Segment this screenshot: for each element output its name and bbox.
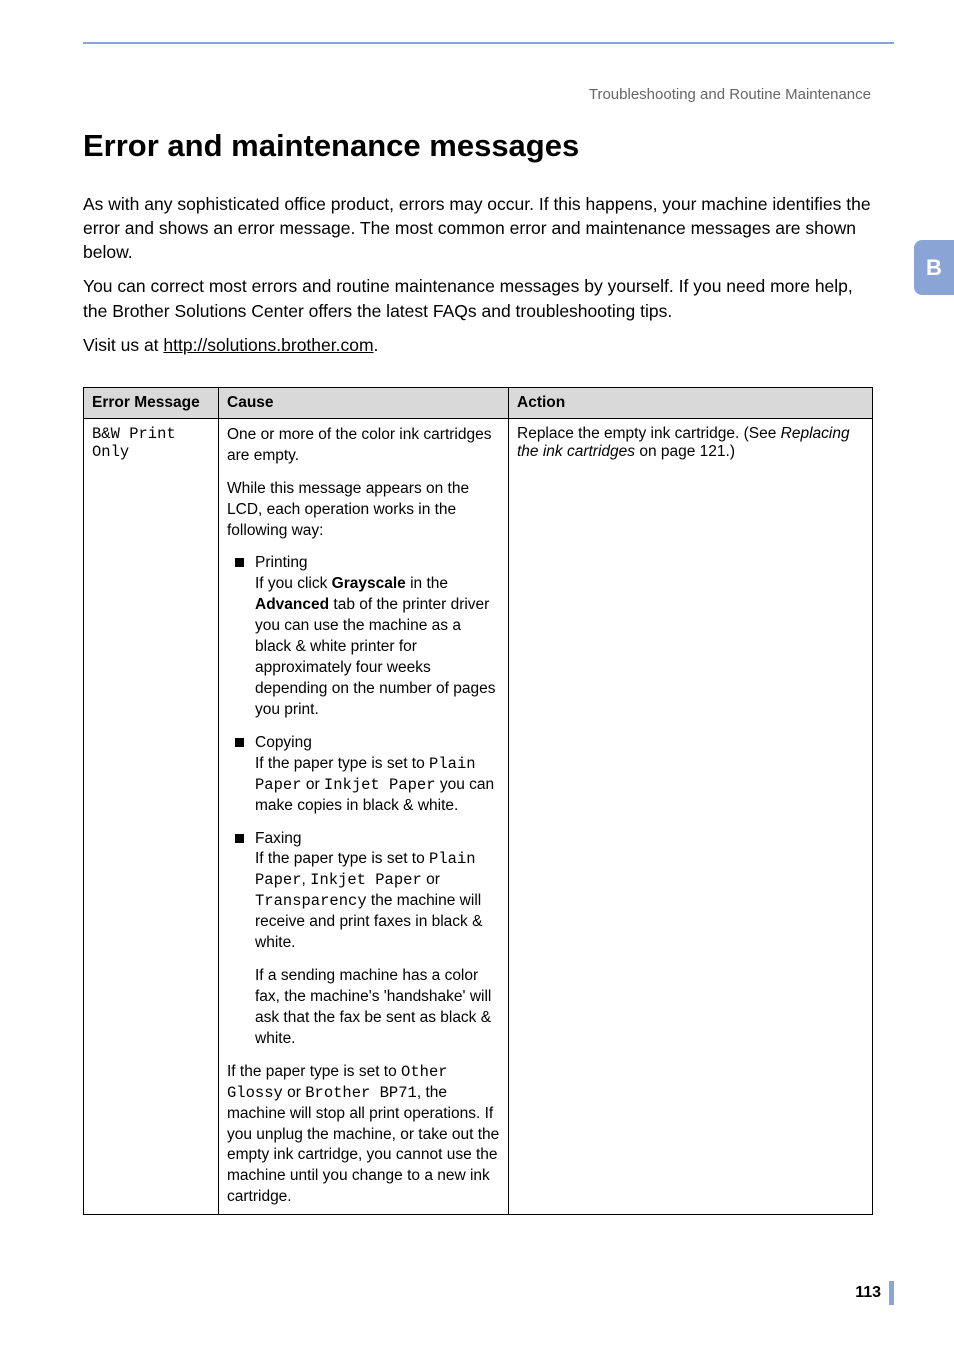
- th-action: Action: [509, 387, 873, 418]
- cell-cause: One or more of the color ink cartridges …: [219, 418, 509, 1214]
- intro-para-1: As with any sophisticated office product…: [83, 192, 873, 264]
- square-bullet-icon: [235, 738, 244, 747]
- list-item-copying: Copying If the paper type is set to Plai…: [227, 733, 500, 817]
- cause-p2: While this message appears on the LCD, e…: [227, 479, 500, 542]
- li-head-copying: Copying: [255, 733, 500, 754]
- bold-advanced: Advanced: [255, 596, 329, 613]
- page-content: Error and maintenance messages As with a…: [83, 128, 873, 1215]
- text: or: [302, 776, 324, 793]
- text: on page 121.): [635, 443, 735, 460]
- bold-grayscale: Grayscale: [332, 575, 406, 592]
- breadcrumb: Troubleshooting and Routine Maintenance: [589, 86, 871, 103]
- intro-text: As with any sophisticated office product…: [83, 192, 873, 357]
- top-rule: [83, 42, 894, 44]
- text: tab of the printer driver you can use th…: [255, 596, 495, 718]
- intro-p3-suffix: .: [374, 335, 379, 355]
- li-head-faxing: Faxing: [255, 829, 500, 850]
- cell-action: Replace the empty ink cartridge. (See Re…: [509, 418, 873, 1214]
- page-heading: Error and maintenance messages: [83, 128, 873, 164]
- footer-bar-icon: [889, 1281, 894, 1305]
- list-item-faxing: Faxing If the paper type is set to Plain…: [227, 829, 500, 955]
- mono-transparency: Transparency: [255, 892, 367, 910]
- text: If you click: [255, 575, 332, 592]
- page-number: 113: [855, 1284, 881, 1302]
- solutions-link[interactable]: http://solutions.brother.com: [163, 335, 373, 355]
- intro-p3-prefix: Visit us at: [83, 335, 163, 355]
- th-cause: Cause: [219, 387, 509, 418]
- text: If the paper type is set to: [255, 755, 429, 772]
- cause-p1: One or more of the color ink cartridges …: [227, 425, 500, 467]
- table-row: B&W Print Only One or more of the color …: [84, 418, 873, 1214]
- section-tab: B: [914, 240, 954, 295]
- text: in the: [406, 575, 448, 592]
- table-header-row: Error Message Cause Action: [84, 387, 873, 418]
- text: If the paper type is set to: [227, 1063, 401, 1080]
- text: or: [422, 871, 440, 888]
- text: If the paper type is set to: [255, 850, 429, 867]
- cause-p4: If the paper type is set to Other Glossy…: [227, 1062, 500, 1208]
- cell-error-message: B&W Print Only: [84, 418, 219, 1214]
- mono-brother-bp71: Brother BP71: [305, 1084, 417, 1102]
- mono-inkjet-paper: Inkjet Paper: [310, 871, 422, 889]
- li-head-printing: Printing: [255, 553, 500, 574]
- list-item-printing: Printing If you click Grayscale in the A…: [227, 553, 500, 720]
- text: ,: [302, 871, 311, 888]
- intro-para-3: Visit us at http://solutions.brother.com…: [83, 333, 873, 357]
- text: Replace the empty ink cartridge. (See: [517, 425, 781, 442]
- square-bullet-icon: [235, 834, 244, 843]
- th-error-message: Error Message: [84, 387, 219, 418]
- error-code: B&W Print Only: [92, 425, 176, 461]
- error-table: Error Message Cause Action B&W Print Onl…: [83, 387, 873, 1215]
- text: or: [283, 1084, 305, 1101]
- cause-list: Printing If you click Grayscale in the A…: [227, 553, 500, 954]
- square-bullet-icon: [235, 558, 244, 567]
- page-footer: 113: [855, 1281, 894, 1305]
- intro-para-2: You can correct most errors and routine …: [83, 274, 873, 322]
- mono-inkjet-paper: Inkjet Paper: [324, 776, 436, 794]
- cause-p3: If a sending machine has a color fax, th…: [227, 966, 500, 1050]
